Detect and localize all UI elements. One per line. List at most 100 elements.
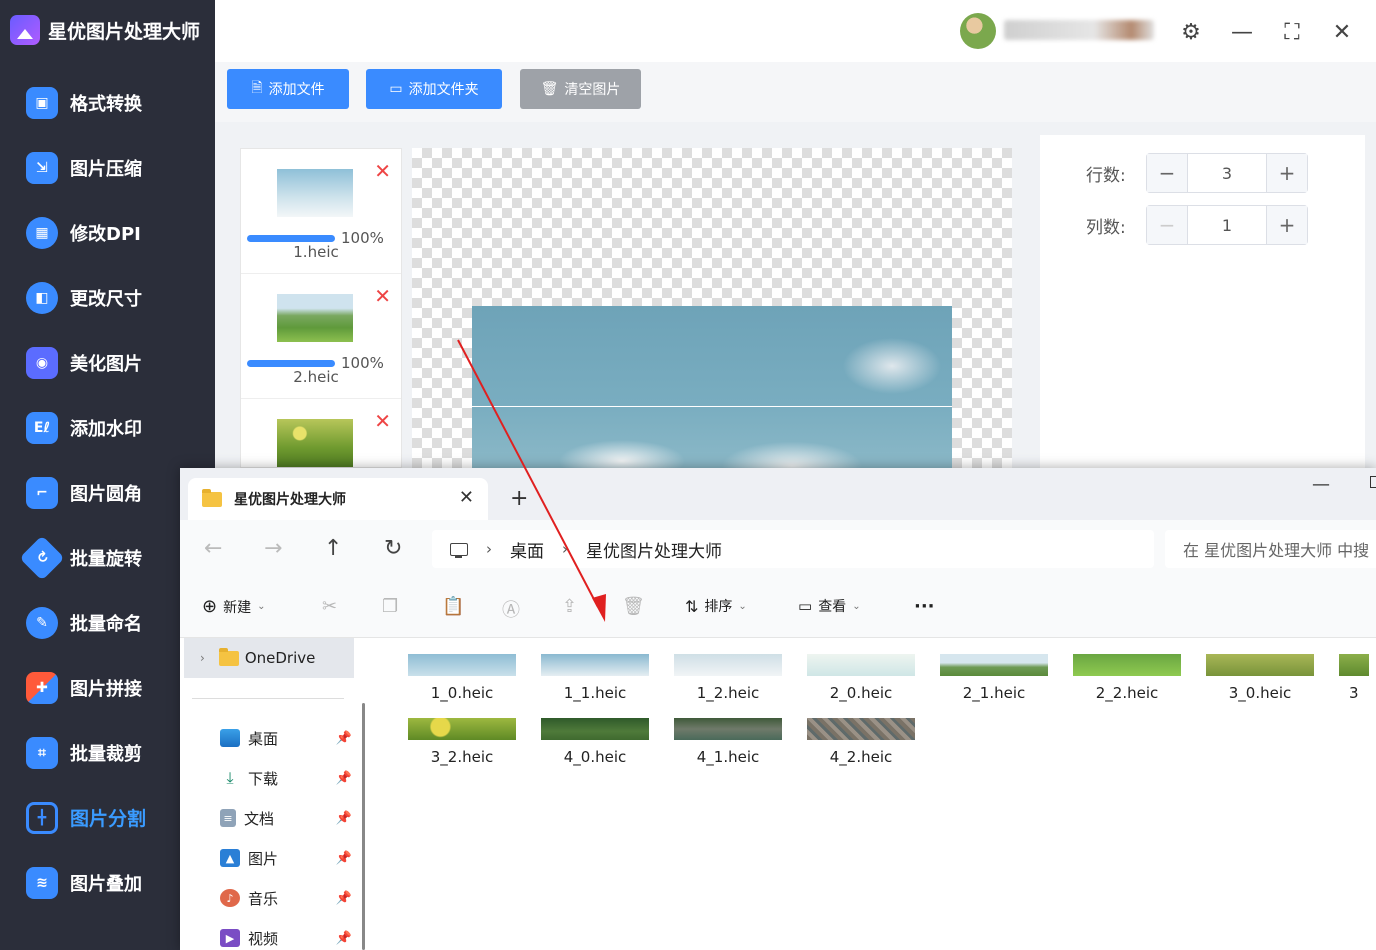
explorer-maximize-icon[interactable] [1370,476,1376,488]
file-tile[interactable]: 1_2.heic [662,638,782,702]
file-name: 4_1.heic [696,748,760,766]
cols-label: 列数: [1086,217,1126,238]
search-input[interactable]: 在 星优图片处理大师 中搜 [1165,530,1376,568]
cut-icon[interactable]: ✂ [322,596,337,617]
file-tile[interactable]: 1_1.heic [529,638,649,702]
rotate-icon: ↻ [19,534,65,581]
folder-outline-icon: ▭ [389,81,403,97]
rows-stepper: − 3 + [1146,153,1308,193]
file-thumbnail [807,718,915,740]
back-arrow-icon[interactable]: ← [204,536,222,561]
nav-label: 美化图片 [70,353,142,375]
cols-increment-button[interactable]: + [1267,206,1307,244]
add-folder-button[interactable]: ▭ 添加文件夹 [366,69,502,109]
cols-decrement-button[interactable]: − [1147,206,1187,244]
file-tile[interactable]: 2_2.heic [1061,638,1181,702]
settings-panel: 行数: − 3 + 列数: − 1 + [1040,135,1365,468]
file-tile[interactable]: 3_2.heic [396,702,516,766]
file-tile[interactable]: 4_1.heic [662,702,782,766]
maximize-icon[interactable]: ⛶ [1274,14,1310,50]
add-file-button[interactable]: 🗎 添加文件 [227,69,349,109]
sidebar-item-onedrive[interactable]: › OneDrive [184,638,354,678]
file-name: 2.heic [293,368,339,386]
sidebar-item-music[interactable]: ♪ 音乐 📌 [220,883,360,913]
nav-item-compress[interactable]: ⇲ 图片压缩 [0,135,215,200]
file-item[interactable]: ✕ [241,399,401,467]
delete-icon[interactable]: ✕ [374,409,391,433]
minimize-icon[interactable]: — [1224,14,1260,50]
chevron-right-icon[interactable]: › [486,540,492,558]
paste-icon[interactable]: 📋 [442,596,464,617]
file-tile[interactable]: 3_0.heic [1194,638,1314,702]
up-arrow-icon[interactable]: ↑ [324,536,342,561]
sort-button[interactable]: ⇅ 排序 ⌄ [685,596,747,616]
rows-setting: 行数: − 3 + [1086,153,1308,193]
progress-bar [247,360,335,367]
sidebar-item-downloads[interactable]: ⤓ 下载 📌 [220,763,360,793]
pin-icon[interactable]: 📌 [336,811,352,826]
file-name: 3_0.heic [1228,684,1292,702]
rows-input[interactable]: 3 [1187,154,1267,192]
delete-icon[interactable]: ✕ [374,159,391,183]
breadcrumb-desktop[interactable]: 桌面 [510,537,544,562]
split-line [472,406,952,407]
file-name: 2_1.heic [962,684,1026,702]
copy-icon[interactable]: ❐ [382,596,398,617]
settings-sliders-icon[interactable]: ⚙ [1173,14,1209,50]
nav-item-dpi[interactable]: ▦ 修改DPI [0,200,215,265]
avatar[interactable] [960,13,996,49]
breadcrumb-folder[interactable]: 星优图片处理大师 [586,537,722,562]
file-tile[interactable]: 2_1.heic [928,638,1048,702]
file-thumbnail [408,654,516,676]
pin-icon[interactable]: 📌 [336,931,352,946]
pin-icon[interactable]: 📌 [336,771,352,786]
sidebar-item-documents[interactable]: ≡ 文档 📌 [220,803,360,833]
sidebar-item-pictures[interactable]: ▲ 图片 📌 [220,843,360,873]
clear-images-button[interactable]: 🗑 清空图片 [520,69,641,109]
delete-icon[interactable]: ✕ [374,284,391,308]
tab-close-icon[interactable]: ✕ [459,487,474,508]
close-icon[interactable]: ✕ [1324,14,1360,50]
sidebar-item-videos[interactable]: ▶ 视频 📌 [220,923,360,950]
explorer-minimize-icon[interactable]: — [1312,474,1330,495]
rows-decrement-button[interactable]: − [1147,154,1187,192]
file-item[interactable]: ✕ 100% 1.heic [241,149,401,274]
file-tile[interactable]: 1_0.heic [396,638,516,702]
rename-icon[interactable]: Ⓐ [502,596,520,622]
delete-icon[interactable]: 🗑 [622,596,645,617]
more-icon[interactable]: ··· [914,596,935,617]
file-name: 1.heic [293,243,339,261]
file-tile[interactable]: 2_0.heic [795,638,915,702]
new-button[interactable]: ⊕ 新建 ⌄ [202,596,265,617]
file-item[interactable]: ✕ 100% 2.heic [241,274,401,399]
view-button[interactable]: ▭ 查看 ⌄ [798,596,861,616]
pictures-icon: ▲ [220,849,240,867]
sidebar-item-desktop[interactable]: 桌面 📌 [220,723,360,753]
sidebar-scrollbar[interactable] [362,703,365,950]
share-icon[interactable]: ⇪ [562,596,577,617]
view-icon: ▭ [798,597,813,615]
folder-icon [218,647,239,666]
file-tile[interactable]: 3 [1327,638,1369,702]
nav-item-format-convert[interactable]: ▣ 格式转换 [0,70,215,135]
pin-icon[interactable]: 📌 [336,891,352,906]
clear-images-label: 清空图片 [564,82,621,98]
file-tile[interactable]: 4_2.heic [795,702,915,766]
cols-input[interactable]: 1 [1187,206,1267,244]
rows-increment-button[interactable]: + [1267,154,1307,192]
nav-item-watermark[interactable]: Eℓ 添加水印 [0,395,215,460]
chevron-right-icon[interactable]: › [200,651,205,665]
pin-icon[interactable]: 📌 [336,851,352,866]
refresh-icon[interactable]: ↻ [384,536,402,561]
chevron-right-icon[interactable]: › [562,540,568,558]
explorer-tab[interactable]: 星优图片处理大师 ✕ [188,478,488,520]
cols-setting: 列数: − 1 + [1086,205,1308,245]
nav-item-beautify[interactable]: ◉ 美化图片 [0,330,215,395]
address-box[interactable]: › 桌面 › 星优图片处理大师 [432,530,1154,568]
pin-icon[interactable]: 📌 [336,731,352,746]
video-icon: ▶ [220,929,240,947]
new-tab-icon[interactable]: + [510,486,528,511]
forward-arrow-icon[interactable]: → [264,536,282,561]
nav-item-resize[interactable]: ◧ 更改尺寸 [0,265,215,330]
file-tile[interactable]: 4_0.heic [529,702,649,766]
